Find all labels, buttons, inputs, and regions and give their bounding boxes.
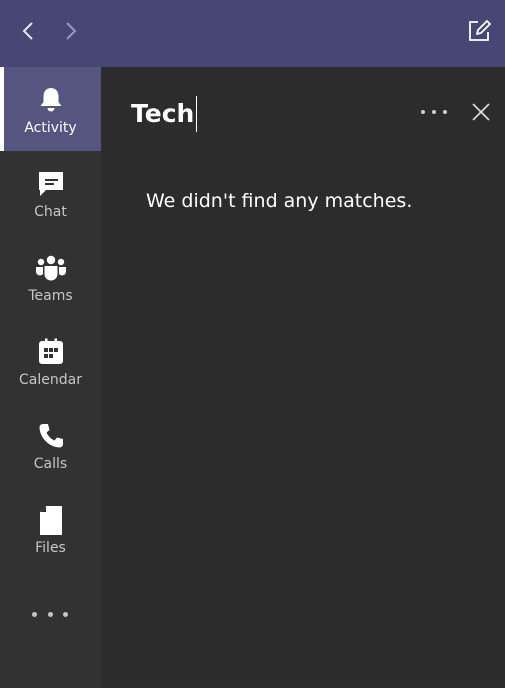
rail-item-files[interactable]: Files [0,487,101,571]
rail-item-label: Calendar [19,372,82,388]
empty-results-message: We didn't find any matches. [146,190,413,212]
new-chat-button[interactable] [465,17,493,45]
rail-item-label: Calls [33,456,68,472]
rail-item-label: Activity [24,120,77,136]
back-button[interactable] [14,17,42,45]
chat-icon [38,172,63,196]
bell-icon [40,88,61,112]
chevron-right-icon [66,22,77,40]
phone-icon [39,424,63,448]
close-icon [472,103,490,121]
rail-item-label: Files [35,540,66,556]
more-apps-button[interactable] [32,607,68,621]
close-button[interactable] [470,101,492,123]
rail-item-chat[interactable]: Chat [0,151,101,235]
app-rail: Activity Chat Teams Calendar Calls Files [0,67,101,688]
rail-item-calls[interactable]: Calls [0,403,101,487]
top-bar [0,0,505,67]
file-icon [39,506,62,535]
rail-item-label: Chat [34,204,67,220]
search-query[interactable]: Tech [131,96,198,132]
search-results-panel: Tech We didn't find any matches. [101,67,505,688]
ellipsis-icon [32,611,37,617]
calendar-icon [38,338,63,364]
rail-item-activity[interactable]: Activity [0,67,101,151]
forward-button[interactable] [57,17,85,45]
ellipsis-icon [421,110,425,114]
chevron-left-icon [22,22,33,40]
new-chat-icon [469,20,491,41]
teams-icon [35,255,66,281]
rail-item-calendar[interactable]: Calendar [0,319,101,403]
rail-item-label: Teams [28,288,73,304]
rail-item-teams[interactable]: Teams [0,235,101,319]
more-options-button[interactable] [421,107,447,117]
